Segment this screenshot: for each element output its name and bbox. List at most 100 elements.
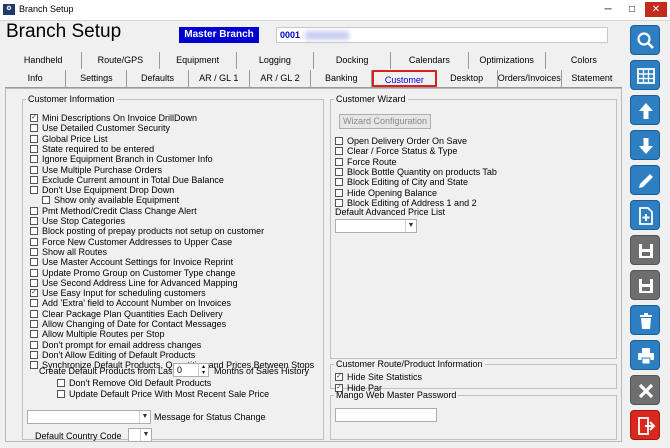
checkbox[interactable] <box>30 144 38 153</box>
checkbox[interactable] <box>57 379 65 387</box>
checkbox[interactable] <box>335 178 343 187</box>
option-row[interactable]: Don't Allow Editing of Default Products <box>30 350 195 360</box>
option-row[interactable]: Use Master Account Settings for Invoice … <box>30 257 233 267</box>
checkbox[interactable] <box>30 309 38 318</box>
tab-customer[interactable]: Customer <box>372 70 437 87</box>
checkbox[interactable] <box>30 258 38 267</box>
checkbox[interactable] <box>30 186 38 195</box>
print-button[interactable] <box>630 340 660 370</box>
tab-settings[interactable]: Settings <box>66 70 128 87</box>
tab-orders-invoices[interactable]: Orders/Invoices <box>498 70 562 87</box>
tab-colors[interactable]: Colors <box>546 52 622 69</box>
option-row[interactable]: Use Stop Categories <box>30 216 125 226</box>
checkbox[interactable] <box>30 320 38 328</box>
tab-ar-gl-2[interactable]: AR / GL 2 <box>250 70 312 87</box>
tab-defaults[interactable]: Defaults <box>127 70 189 87</box>
checkbox[interactable] <box>42 196 50 205</box>
checked-checkbox[interactable]: ✓ <box>30 114 38 122</box>
option-row[interactable]: Use Second Address Line for Advanced Map… <box>30 278 238 288</box>
option-row[interactable]: Allow Changing of Date for Contact Messa… <box>30 319 226 329</box>
checkbox[interactable] <box>335 147 343 156</box>
option-row[interactable]: Don't Remove Old Default Products <box>57 378 211 388</box>
checkbox[interactable] <box>30 361 38 370</box>
checkbox[interactable] <box>30 134 38 143</box>
option-row[interactable]: Force Route <box>335 157 397 167</box>
option-row[interactable]: Add 'Extra' field to Account Number on I… <box>30 298 231 308</box>
tab-handheld[interactable]: Handheld <box>5 52 83 69</box>
exit-button[interactable] <box>630 410 660 440</box>
option-row[interactable]: Show all Routes <box>30 247 107 257</box>
option-row[interactable]: Clear / Force Status & Type <box>335 146 457 156</box>
checkbox[interactable] <box>335 137 343 145</box>
cancel-button[interactable] <box>630 375 660 405</box>
checkbox[interactable] <box>335 167 343 176</box>
option-row[interactable]: Show only available Equipment <box>42 195 179 205</box>
option-row[interactable]: Block posting of prepay products not set… <box>30 226 264 236</box>
tab-docking[interactable]: Docking <box>314 52 392 69</box>
option-row[interactable]: Open Delivery Order On Save <box>335 136 467 146</box>
checkbox[interactable] <box>335 157 343 166</box>
option-row[interactable]: Hide Opening Balance <box>335 188 437 198</box>
checkbox[interactable] <box>30 165 38 174</box>
option-row[interactable]: Block Editing of City and State <box>335 177 468 187</box>
option-row[interactable]: ✓ Hide Site Statistics <box>335 372 422 382</box>
tab-logging[interactable]: Logging <box>237 52 314 69</box>
tab-info[interactable]: Info <box>5 70 67 87</box>
checked-checkbox[interactable]: ✓ <box>30 289 38 298</box>
option-row[interactable]: ✓ Use Easy Input for scheduling customers <box>30 288 206 298</box>
save-new-button[interactable] <box>630 235 660 265</box>
advanced-price-list-dropdown[interactable]: ▼ <box>335 219 417 233</box>
delete-button[interactable] <box>630 305 660 335</box>
checkbox[interactable] <box>335 198 343 207</box>
option-row[interactable]: Use Multiple Purchase Orders <box>30 165 162 175</box>
arrow-up-button[interactable] <box>630 95 660 125</box>
option-row[interactable]: Force New Customer Addresses to Upper Ca… <box>30 237 232 247</box>
checked-checkbox[interactable]: ✓ <box>335 373 343 381</box>
checkbox[interactable] <box>30 268 38 277</box>
option-row[interactable]: Update Promo Group on Customer Type chan… <box>30 268 235 278</box>
country-code-dropdown[interactable]: ▼ <box>128 428 152 442</box>
checkbox[interactable] <box>30 350 38 359</box>
stepper-arrows-icon[interactable]: ▴ ▾ <box>198 364 208 376</box>
edit-button[interactable] <box>630 165 660 195</box>
option-row[interactable]: Update Default Price With Most Recent Sa… <box>57 389 269 399</box>
checkbox[interactable] <box>30 330 38 339</box>
checkbox[interactable] <box>30 278 38 287</box>
checkbox[interactable] <box>30 124 38 133</box>
maximize-button[interactable]: □ <box>621 2 643 17</box>
tab-route-gps[interactable]: Route/GPS <box>82 52 160 69</box>
option-row[interactable]: Use Detailed Customer Security <box>30 123 170 133</box>
grid-button[interactable] <box>630 60 660 90</box>
mango-password-input[interactable] <box>335 408 437 422</box>
option-row[interactable]: Global Price List <box>30 134 108 144</box>
tab-desktop[interactable]: Desktop <box>437 70 498 87</box>
option-row[interactable]: Block Bottle Quantity on products Tab <box>335 167 497 177</box>
checkbox[interactable] <box>30 299 38 308</box>
search-button[interactable] <box>630 25 660 55</box>
checkbox[interactable] <box>30 340 38 349</box>
tab-ar-gl-1[interactable]: AR / GL 1 <box>189 70 250 87</box>
checkbox[interactable] <box>30 247 38 256</box>
option-row[interactable]: ✓ Mini Descriptions On Invoice DrillDown <box>30 113 197 123</box>
tab-equipment[interactable]: Equipment <box>160 52 237 69</box>
minimize-button[interactable]: ─ <box>597 2 619 17</box>
status-change-dropdown[interactable]: ▼ <box>27 410 151 424</box>
checkbox[interactable] <box>30 175 38 184</box>
option-row[interactable]: Pmt Method/Credit Class Change Alert <box>30 206 197 216</box>
tab-banking[interactable]: Banking <box>311 70 373 87</box>
checkbox[interactable] <box>335 188 343 197</box>
option-row[interactable]: State required to be entered <box>30 144 154 154</box>
checkbox[interactable] <box>30 155 38 164</box>
option-row[interactable]: Don't prompt for email address changes <box>30 340 201 350</box>
wizard-configuration-button[interactable]: Wizard Configuration <box>339 114 431 129</box>
tab-statement[interactable]: Statement <box>562 70 622 87</box>
checkbox[interactable] <box>30 206 38 215</box>
option-row[interactable]: Don't Use Equipment Drop Down <box>30 185 174 195</box>
new-document-button[interactable] <box>630 200 660 230</box>
months-stepper[interactable]: 0 ▴ ▾ <box>173 363 209 377</box>
branch-code-field[interactable]: 0001 <box>276 27 608 43</box>
option-row[interactable]: Clear Package Plan Quantities Each Deliv… <box>30 309 223 319</box>
checkbox[interactable] <box>30 217 38 225</box>
tab-calendars[interactable]: Calendars <box>391 52 469 69</box>
close-button[interactable]: ✕ <box>645 2 667 17</box>
